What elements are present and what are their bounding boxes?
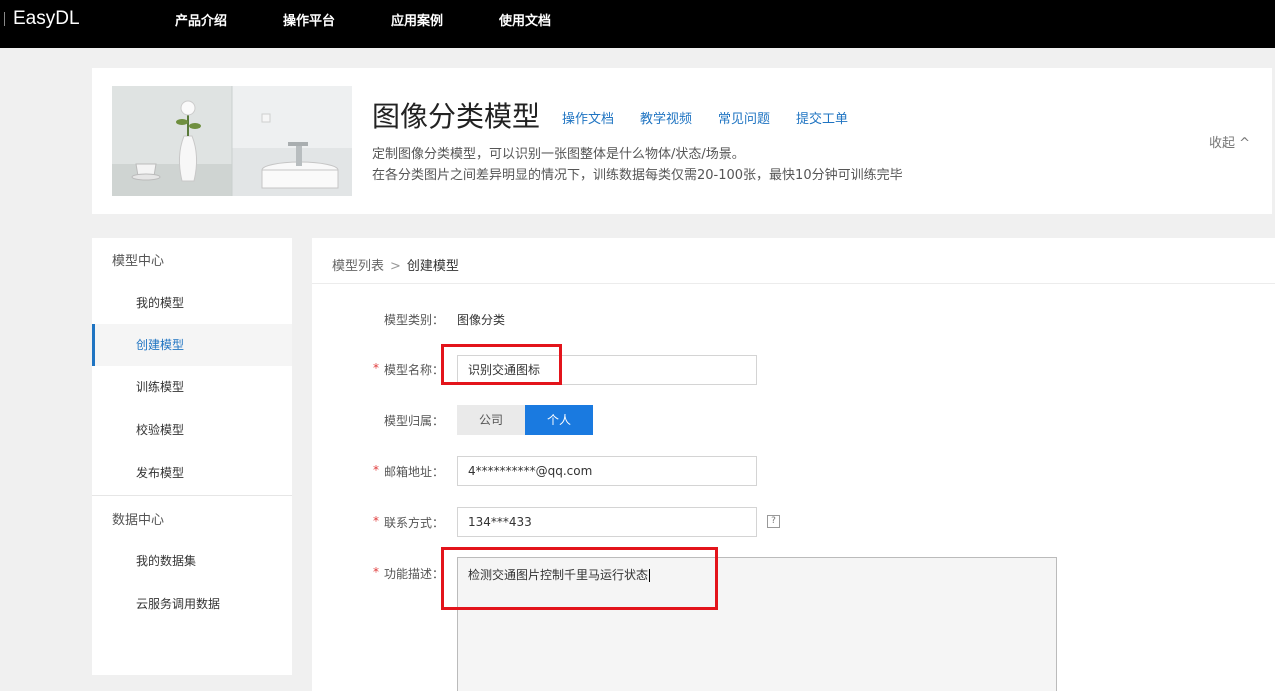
description-textarea[interactable]: 检测交通图片控制千里马运行状态 — [457, 557, 1057, 691]
owner-option-personal[interactable]: 个人 — [525, 405, 593, 435]
sidebar-heading-data-center: 数据中心 — [112, 513, 165, 528]
email-label-row: * 邮箱地址： — [373, 463, 445, 480]
hero-description-1: 定制图像分类模型，可以识别一张图整体是什么物体/状态/场景。 — [372, 147, 745, 162]
link-faq[interactable]: 常见问题 — [718, 108, 770, 127]
name-label: 模型名称： — [384, 363, 445, 377]
category-label: 模型类别： — [384, 313, 445, 327]
sidebar-heading-model-center: 模型中心 — [112, 254, 165, 269]
nav-docs[interactable]: 使用文档 — [499, 10, 551, 29]
sidebar-item-train-model[interactable]: 训练模型 — [92, 366, 292, 408]
help-icon[interactable]: ? — [767, 515, 780, 528]
sidebar: 模型中心 我的模型 创建模型 训练模型 校验模型 发布模型 数据中心 我的数据集… — [92, 238, 292, 675]
required-mark: * — [373, 463, 379, 477]
collapse-toggle[interactable]: 收起 ^ — [1209, 132, 1250, 151]
phone-input[interactable]: 134***433 — [457, 507, 757, 537]
logo[interactable]: EasyDL — [13, 8, 80, 30]
breadcrumb-divider — [312, 283, 1275, 284]
link-operation-docs[interactable]: 操作文档 — [562, 108, 614, 127]
breadcrumb: 模型列表 > 创建模型 — [332, 255, 459, 274]
model-name-input[interactable]: 识别交通图标 — [457, 355, 757, 385]
phone-label-row: * 联系方式： — [373, 514, 445, 531]
description-text: 检测交通图片控制千里马运行状态 — [468, 568, 649, 582]
breadcrumb-current: 创建模型 — [406, 259, 459, 274]
phone-label: 联系方式： — [384, 516, 445, 530]
desc-label: 功能描述： — [384, 567, 445, 581]
email-label: 邮箱地址： — [384, 465, 445, 479]
category-value: 图像分类 — [457, 313, 506, 327]
model-intro-card: 图像分类模型 操作文档 教学视频 常见问题 提交工单 定制图像分类模型，可以识别… — [92, 68, 1272, 214]
required-mark: * — [373, 565, 379, 579]
logo-divider — [4, 12, 5, 26]
create-model-panel: 模型列表 > 创建模型 模型类别： 图像分类 * 模型名称： 识别交通图标 模型归属：… — [312, 238, 1275, 691]
sidebar-item-my-models[interactable]: 我的模型 — [92, 282, 292, 324]
required-mark: * — [373, 361, 379, 375]
sidebar-item-publish-model[interactable]: 发布模型 — [92, 452, 292, 494]
breadcrumb-separator: > — [390, 259, 401, 274]
hero-image — [112, 86, 352, 196]
email-input[interactable]: 4**********@qq.com — [457, 456, 757, 486]
name-label-row: * 模型名称： — [373, 361, 445, 378]
sidebar-divider — [92, 495, 292, 496]
link-submit-ticket[interactable]: 提交工单 — [796, 108, 848, 127]
sidebar-item-cloud-call-data[interactable]: 云服务调用数据 — [92, 583, 292, 625]
breadcrumb-model-list[interactable]: 模型列表 — [332, 259, 384, 274]
owner-label: 模型归属： — [384, 414, 445, 428]
page-title: 图像分类模型 — [372, 100, 541, 133]
top-nav: EasyDL 产品介绍 操作平台 应用案例 使用文档 — [0, 0, 1275, 48]
sidebar-item-my-datasets[interactable]: 我的数据集 — [92, 540, 292, 582]
nav-platform[interactable]: 操作平台 — [283, 10, 335, 29]
text-cursor — [649, 569, 651, 582]
sidebar-item-create-model[interactable]: 创建模型 — [92, 324, 292, 366]
nav-cases[interactable]: 应用案例 — [391, 10, 443, 29]
link-tutorial-video[interactable]: 教学视频 — [640, 108, 692, 127]
required-mark: * — [373, 514, 379, 528]
sidebar-item-validate-model[interactable]: 校验模型 — [92, 409, 292, 451]
nav-product-intro[interactable]: 产品介绍 — [175, 10, 227, 29]
owner-option-company[interactable]: 公司 — [457, 405, 525, 435]
hero-description-2: 在各分类图片之间差异明显的情况下，训练数据每类仅需20-100张，最快10分钟可… — [372, 168, 903, 183]
desc-label-row: * 功能描述： — [373, 565, 445, 582]
